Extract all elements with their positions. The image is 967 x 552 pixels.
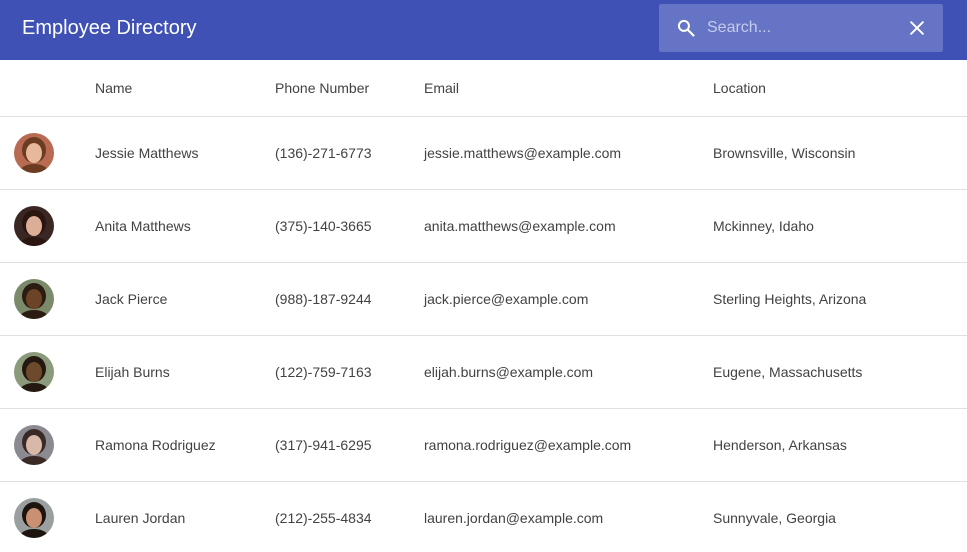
employee-location: Sterling Heights, Arizona (713, 291, 867, 307)
employee-location: Sunnyvale, Georgia (713, 510, 836, 526)
employee-name: Ramona Rodriguez (95, 437, 216, 453)
employee-location: Eugene, Massachusetts (713, 364, 863, 380)
search-box[interactable] (659, 4, 943, 52)
employee-table: Name Phone Number Email Location Jessie … (0, 60, 967, 552)
app-title: Employee Directory (22, 17, 197, 39)
avatar (14, 498, 54, 538)
employee-location: Brownsville, Wisconsin (713, 145, 856, 161)
table-row[interactable]: Jack Pierce (988)-187-9244 jack.pierce@exa… (0, 263, 967, 336)
table-body: Jessie Matthews (136)-271-6773 jessie.matt… (0, 117, 967, 552)
employee-phone: (136)-271-6773 (275, 145, 372, 161)
employee-name: Jack Pierce (95, 291, 168, 307)
avatar (14, 279, 54, 319)
employee-email: elijah.burns@example.com (424, 364, 594, 380)
table-header: Name Phone Number Email Location (0, 60, 967, 117)
column-header-name[interactable]: Name (95, 79, 132, 97)
employee-phone: (988)-187-9244 (275, 291, 372, 307)
search-icon (677, 19, 695, 37)
employee-name: Lauren Jordan (95, 510, 186, 526)
avatar (14, 133, 54, 173)
employee-email: jessie.matthews@example.com (424, 145, 622, 161)
employee-email: jack.pierce@example.com (424, 291, 589, 307)
employee-email: anita.matthews@example.com (424, 218, 616, 234)
app-bar: Employee Directory (0, 0, 967, 60)
employee-email: ramona.rodriguez@example.com (424, 437, 632, 453)
avatar (14, 352, 54, 392)
employee-name: Anita Matthews (95, 218, 191, 234)
column-header-email[interactable]: Email (424, 79, 459, 97)
table-row[interactable]: Jessie Matthews (136)-271-6773 jessie.matt… (0, 117, 967, 190)
employee-phone: (212)-255-4834 (275, 510, 372, 526)
employee-phone: (122)-759-7163 (275, 364, 372, 380)
close-icon[interactable] (907, 18, 927, 38)
employee-directory-page: Employee Directory Name Phone Number Ema… (0, 0, 967, 552)
table-row[interactable]: Lauren Jordan (212)-255-4834 lauren.jordan… (0, 482, 967, 552)
employee-location: Henderson, Arkansas (713, 437, 847, 453)
employee-email: lauren.jordan@example.com (424, 510, 604, 526)
column-header-phone[interactable]: Phone Number (275, 79, 369, 97)
table-row[interactable]: Elijah Burns (122)-759-7163 elijah.burns@e… (0, 336, 967, 409)
employee-phone: (317)-941-6295 (275, 437, 372, 453)
avatar (14, 206, 54, 246)
column-header-location[interactable]: Location (713, 79, 766, 97)
employee-name: Jessie Matthews (95, 145, 199, 161)
search-input[interactable] (707, 14, 897, 42)
table-row[interactable]: Ramona Rodriguez (317)-941-6295 ramona.rod… (0, 409, 967, 482)
employee-location: Mckinney, Idaho (713, 218, 814, 234)
employee-name: Elijah Burns (95, 364, 170, 380)
avatar (14, 425, 54, 465)
employee-phone: (375)-140-3665 (275, 218, 372, 234)
table-row[interactable]: Anita Matthews (375)-140-3665 anita.matthe… (0, 190, 967, 263)
